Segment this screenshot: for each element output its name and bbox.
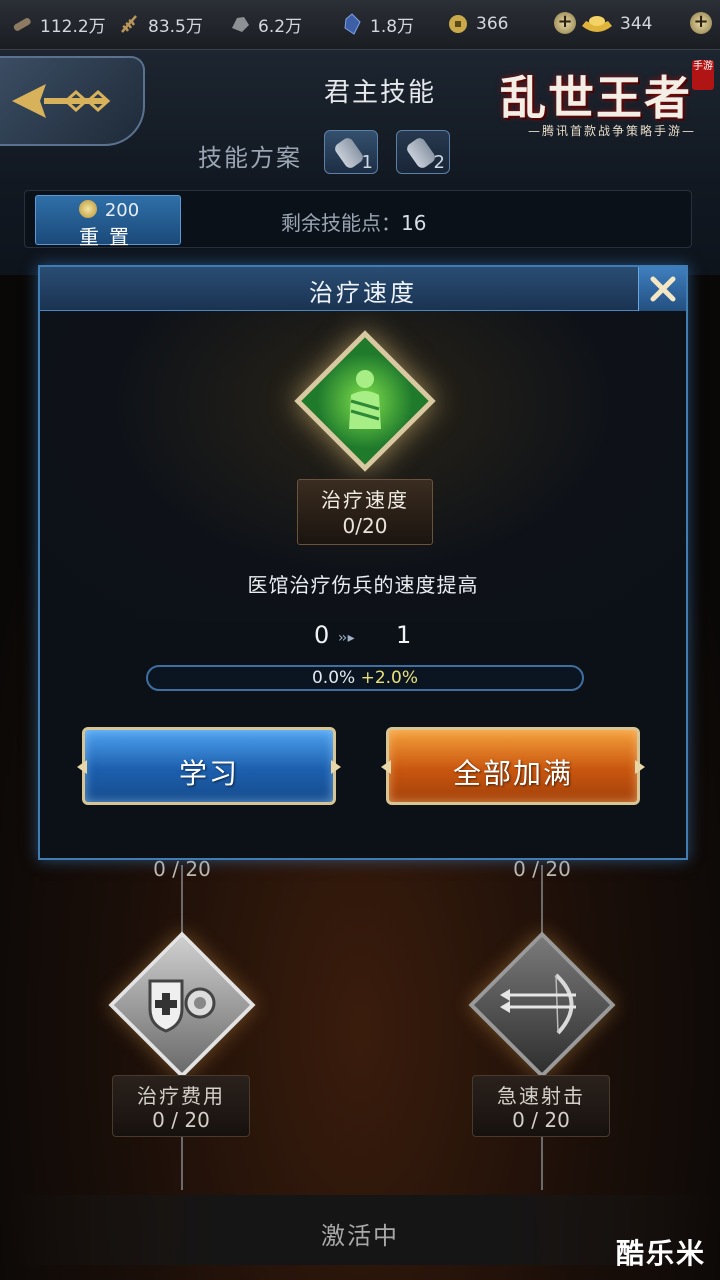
skill-node-rapid-shot[interactable] bbox=[466, 929, 616, 1079]
dialog-title: 治疗速度 bbox=[309, 279, 417, 307]
progress-current: 0.0% bbox=[311, 668, 356, 688]
skill-description: 医馆治疗伤兵的速度提高 bbox=[247, 573, 479, 597]
resource-grain: 83.5万 bbox=[118, 10, 203, 38]
partial-node-level-left: 0 / 20 bbox=[153, 857, 211, 881]
node-level: 0 / 20 bbox=[512, 1108, 570, 1132]
skill-name-plate: 治疗速度 0/20 bbox=[297, 479, 433, 545]
max-all-button-label: 全部加满 bbox=[452, 757, 573, 790]
scheme-2-button[interactable]: 2 bbox=[396, 130, 450, 174]
resource-wood: 112.2万 bbox=[10, 10, 106, 38]
resource-stone-value: 6.2万 bbox=[258, 16, 303, 37]
node-plate-rapid-shot: 急速射击 0 / 20 bbox=[472, 1075, 610, 1137]
logo-text: 乱世王者 bbox=[500, 71, 692, 125]
game-logo: 乱世王者 —腾讯首款战争策略手游— 手游 bbox=[490, 52, 720, 144]
progress-bonus: +2.0% bbox=[360, 668, 419, 688]
copper-coin-icon bbox=[78, 200, 97, 218]
effect-progress-bar: 0.0% +2.0% bbox=[146, 665, 584, 691]
resource-wood-value: 112.2万 bbox=[40, 16, 106, 37]
iron-icon bbox=[344, 13, 361, 35]
node-name: 急速射击 bbox=[497, 1084, 585, 1108]
add-copper-button[interactable]: + bbox=[554, 12, 576, 34]
reset-label: 重置 bbox=[79, 225, 139, 249]
skill-header: 君主技能 乱世王者 —腾讯首款战争策略手游— 手游 技能方案 1 2 200 重… bbox=[0, 50, 720, 275]
scheme-1-button[interactable]: 1 bbox=[324, 130, 378, 174]
node-name: 治疗费用 bbox=[137, 1084, 225, 1108]
skill-node-heal-cost[interactable] bbox=[106, 929, 256, 1079]
reset-row: 200 重置 剩余技能点：16 bbox=[24, 190, 692, 249]
resource-gold: 344 bbox=[580, 10, 652, 38]
progress-text: 0.0% +2.0% bbox=[148, 668, 582, 688]
scheme-2-number: 2 bbox=[433, 152, 445, 173]
skill-detail-dialog: 治疗速度 治疗速度 0/20 医馆治疗伤兵的速度提高 0 ›› ▸ 1 0.0% bbox=[38, 265, 688, 860]
skill-name: 治疗速度 bbox=[321, 488, 409, 512]
logo-subtitle: —腾讯首款战争策略手游— bbox=[528, 124, 697, 138]
close-button[interactable] bbox=[638, 267, 686, 311]
shield-cross-icon bbox=[148, 979, 216, 1033]
watermark: 酷乐米 bbox=[615, 1237, 706, 1270]
soldier-figure-icon bbox=[349, 370, 381, 429]
learn-button-label: 学习 bbox=[178, 757, 239, 790]
resource-iron-value: 1.8万 bbox=[370, 16, 415, 37]
node-plate-heal-cost: 治疗费用 0 / 20 bbox=[112, 1075, 250, 1137]
reset-cost: 200 bbox=[36, 200, 182, 221]
dialog-header: 治疗速度 bbox=[40, 267, 686, 311]
close-icon bbox=[650, 276, 676, 302]
resource-grain-value: 83.5万 bbox=[148, 16, 203, 37]
copper-coin-icon bbox=[449, 15, 467, 33]
add-gold-button[interactable]: + bbox=[690, 12, 712, 34]
resource-iron: 1.8万 bbox=[340, 10, 414, 38]
level-change: 0 ›› ▸ 1 bbox=[40, 621, 686, 659]
scheme-1-number: 1 bbox=[361, 152, 373, 173]
remaining-points-label: 剩余技能点： bbox=[281, 211, 401, 235]
skill-level: 0/20 bbox=[342, 514, 388, 538]
back-arrow-icon bbox=[12, 84, 111, 118]
heal-speed-skill-icon bbox=[285, 321, 445, 481]
wood-icon bbox=[13, 18, 31, 31]
remaining-points-value: 16 bbox=[401, 211, 427, 235]
level-to: 1 bbox=[396, 621, 412, 649]
partial-node-level-right: 0 / 20 bbox=[513, 857, 571, 881]
level-from: 0 bbox=[314, 621, 330, 649]
level-arrow-icon: ›› ▸ bbox=[338, 630, 355, 646]
remaining-points: 剩余技能点：16 bbox=[281, 207, 426, 236]
back-button[interactable] bbox=[0, 56, 145, 146]
gold-ingot-icon bbox=[582, 16, 612, 32]
stone-icon bbox=[232, 17, 249, 32]
reset-cost-value: 200 bbox=[104, 200, 140, 221]
activation-status: 激活中 bbox=[321, 1222, 399, 1250]
scroll-icon bbox=[332, 135, 366, 171]
resource-bar: 112.2万 83.5万 6.2万 1.8万 366 + 344 + bbox=[0, 0, 720, 50]
resource-copper-value: 366 bbox=[476, 14, 509, 34]
scroll-icon bbox=[404, 135, 438, 171]
bow-arrows-icon bbox=[500, 973, 576, 1035]
reset-button[interactable]: 200 重置 bbox=[35, 195, 182, 249]
max-all-button[interactable]: 全部加满 bbox=[381, 727, 645, 805]
skill-scheme-label: 技能方案 bbox=[198, 144, 302, 172]
node-level: 0 / 20 bbox=[152, 1108, 210, 1132]
page-title: 君主技能 bbox=[323, 78, 436, 108]
dialog-body: 治疗速度 0/20 医馆治疗伤兵的速度提高 bbox=[40, 311, 686, 621]
resource-stone: 6.2万 bbox=[228, 10, 302, 38]
logo-tag: 手游 bbox=[692, 60, 714, 90]
learn-button[interactable]: 学习 bbox=[77, 727, 341, 805]
grain-icon bbox=[121, 15, 137, 33]
resource-copper: 366 bbox=[446, 10, 508, 38]
resource-gold-value: 344 bbox=[620, 14, 653, 34]
